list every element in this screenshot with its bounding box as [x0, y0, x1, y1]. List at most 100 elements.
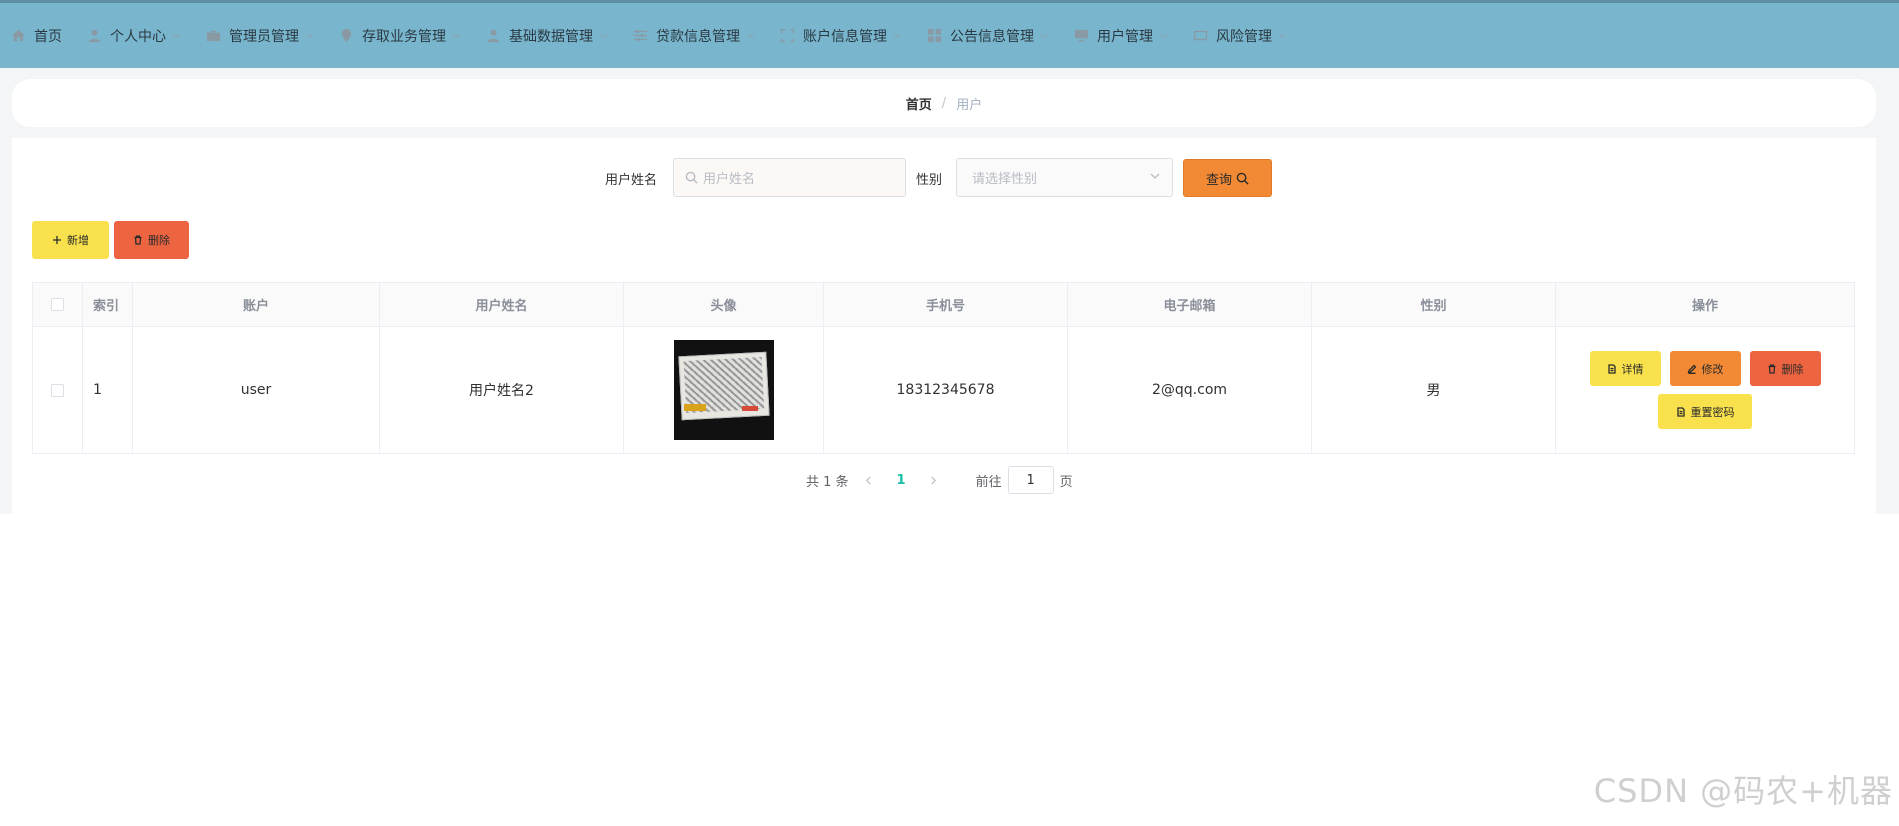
trash-icon — [1767, 364, 1777, 374]
header-phone: 手机号 — [823, 282, 1068, 327]
header-email: 电子邮箱 — [1067, 282, 1312, 327]
header-avatar: 头像 — [623, 282, 824, 327]
row-select-cell — [32, 326, 83, 454]
nav-item-deposit-withdraw[interactable]: 存取业务管理 — [338, 3, 485, 68]
nav-label: 公告信息管理 — [950, 28, 1034, 45]
nav-item-user-management[interactable]: 用户管理 — [1049, 3, 1192, 71]
reset-password-label: 重置密码 — [1690, 405, 1735, 419]
edit-button-label: 修改 — [1701, 362, 1724, 376]
cell-name: 用户姓名2 — [379, 326, 624, 454]
watermark: CSDN @码农+机器 — [1593, 772, 1893, 810]
breadcrumb: 首页 / 用户 — [12, 79, 1876, 127]
row-checkbox[interactable] — [51, 383, 64, 397]
header-gender: 性别 — [1311, 282, 1556, 327]
row-actions-top: 详情 修改 删除 — [1589, 351, 1821, 386]
avatar-image[interactable] — [673, 340, 774, 440]
nav-item-loan-info[interactable]: 贷款信息管理 — [632, 3, 779, 68]
name-label: 用户姓名 — [605, 173, 658, 188]
home-icon — [10, 28, 26, 44]
nav-label: 风险管理 — [1216, 28, 1272, 45]
page-number-current[interactable]: 1 — [897, 473, 906, 488]
goto-prefix: 前往 — [975, 474, 1002, 490]
nav-label: 管理员管理 — [229, 28, 299, 45]
prev-page-button[interactable] — [859, 475, 879, 485]
location-pin-icon — [338, 28, 354, 44]
document-icon — [1676, 406, 1686, 417]
table-row: 1 user 用户姓名2 18312345678 2@qq.com 男 详情 修… — [32, 326, 1855, 454]
document-icon — [1607, 363, 1617, 374]
pencil-icon — [1687, 364, 1697, 374]
nav-item-announcement[interactable]: 公告信息管理 — [926, 3, 1073, 68]
cell-phone: 18312345678 — [823, 326, 1068, 454]
batch-delete-button[interactable]: 删除 — [114, 221, 189, 259]
cell-account: user — [132, 326, 380, 454]
search-icon — [1236, 172, 1249, 185]
detail-button-label: 详情 — [1621, 362, 1644, 376]
add-button[interactable]: 新增 — [32, 221, 109, 259]
breadcrumb-current: 用户 — [956, 97, 983, 113]
cell-avatar — [623, 326, 824, 454]
nav-item-personal-center[interactable]: 个人中心 — [86, 3, 205, 68]
query-button-label: 查询 — [1205, 172, 1232, 188]
gender-select[interactable]: 请选择性别 — [956, 158, 1173, 197]
select-all-checkbox[interactable] — [51, 298, 64, 311]
trash-icon — [133, 235, 143, 245]
pagination-total: 共 1 条 — [806, 474, 849, 490]
plus-icon — [52, 235, 62, 245]
name-search-input[interactable]: 用户姓名 — [673, 158, 906, 197]
goto-suffix: 页 — [1059, 474, 1073, 490]
chevron-down-icon — [893, 31, 902, 40]
top-nav: 首页 个人中心 管理员管理 存取业务管理 基础数据管理 贷款信息管理 账户信息管… — [0, 0, 1899, 71]
reset-password-button[interactable]: 重置密码 — [1658, 394, 1752, 429]
chevron-down-icon — [746, 31, 755, 40]
sliders-icon — [632, 28, 648, 44]
mail-icon — [1192, 28, 1208, 44]
nav-label: 首页 — [34, 28, 62, 45]
detail-button[interactable]: 详情 — [1589, 351, 1661, 386]
chevron-down-icon — [305, 31, 314, 40]
breadcrumb-home[interactable]: 首页 — [906, 94, 932, 113]
goto-page-input[interactable]: 1 — [1007, 466, 1054, 494]
row-actions: 详情 修改 删除 重置密码 — [1589, 351, 1821, 429]
chevron-down-icon — [1159, 31, 1168, 40]
briefcase-icon — [205, 28, 221, 44]
gender-label: 性别 — [916, 173, 943, 188]
nav-item-risk-management[interactable]: 风险管理 — [1192, 3, 1311, 68]
select-all-header — [32, 282, 83, 327]
chevron-down-icon — [599, 31, 608, 40]
pagination: 共 1 条 1 前往 1 页 — [806, 466, 1073, 494]
page: 首页 个人中心 管理员管理 存取业务管理 基础数据管理 贷款信息管理 账户信息管… — [0, 0, 1899, 826]
avatar-photo-detail — [741, 406, 758, 411]
delete-button-label: 删除 — [148, 234, 170, 247]
chevron-down-icon — [1278, 31, 1287, 40]
header-actions: 操作 — [1555, 282, 1855, 327]
edit-button[interactable]: 修改 — [1669, 351, 1741, 386]
header-account: 账户 — [132, 282, 380, 327]
nav-item-account-info[interactable]: 账户信息管理 — [779, 3, 926, 68]
chevron-down-icon — [1040, 31, 1049, 40]
nav-label: 用户管理 — [1097, 28, 1153, 45]
search-icon — [685, 171, 698, 184]
user-icon — [86, 28, 102, 44]
nav-item-home[interactable]: 首页 — [10, 3, 86, 68]
next-page-button[interactable] — [924, 475, 944, 485]
name-input-placeholder: 用户姓名 — [703, 172, 756, 187]
user-icon — [485, 28, 501, 44]
monitor-icon — [1073, 28, 1089, 44]
header-name: 用户姓名 — [379, 282, 624, 327]
cell-actions: 详情 修改 删除 重置密码 — [1555, 326, 1855, 454]
nav-item-admin-management[interactable]: 管理员管理 — [205, 3, 338, 68]
page-jumper: 前往 1 页 — [976, 466, 1073, 494]
header-index: 索引 — [82, 282, 133, 327]
nav-label: 基础数据管理 — [509, 28, 593, 45]
nav-label: 存取业务管理 — [362, 28, 446, 45]
nav-item-basic-data[interactable]: 基础数据管理 — [485, 3, 632, 68]
nav-label: 账户信息管理 — [803, 28, 887, 45]
row-delete-button[interactable]: 删除 — [1749, 351, 1821, 386]
cell-index: 1 — [82, 326, 133, 454]
chevron-down-icon — [1150, 170, 1160, 185]
query-button[interactable]: 查询 — [1183, 159, 1272, 197]
gender-select-placeholder: 请选择性别 — [972, 172, 1038, 187]
chevron-down-icon — [172, 31, 181, 40]
table-header-row: 索引 账户 用户姓名 头像 手机号 电子邮箱 性别 操作 — [32, 282, 1855, 327]
